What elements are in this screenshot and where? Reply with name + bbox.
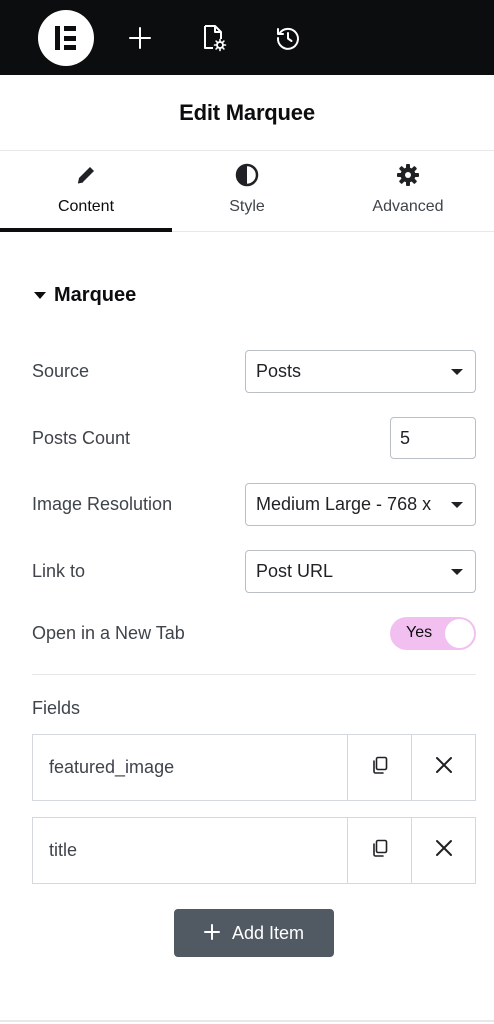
- section-toggle-marquee[interactable]: Marquee: [34, 284, 136, 307]
- chevron-down-icon: [451, 568, 463, 575]
- source-label: Source: [32, 361, 90, 381]
- duplicate-button[interactable]: [347, 735, 411, 800]
- tab-advanced[interactable]: Advanced: [322, 152, 494, 231]
- section-title: Marquee: [54, 284, 137, 306]
- page-settings-icon[interactable]: [197, 22, 229, 54]
- copy-icon: [370, 755, 390, 780]
- tab-advanced-label: Advanced: [372, 198, 444, 215]
- posts-count-label: Posts Count: [32, 428, 131, 448]
- remove-button[interactable]: [411, 818, 475, 883]
- plus-icon: [203, 921, 220, 945]
- panel-header: Edit Marquee: [0, 75, 494, 151]
- close-icon: [435, 756, 453, 779]
- top-toolbar: [0, 0, 494, 75]
- image-resolution-select[interactable]: Medium Large - 768 x: [245, 483, 476, 526]
- plus-icon[interactable]: [124, 22, 156, 54]
- image-resolution-label: Image Resolution: [32, 494, 173, 514]
- toggle-yes-label: Yes: [406, 624, 433, 641]
- tab-style[interactable]: Style: [172, 152, 322, 231]
- copy-icon: [370, 838, 390, 863]
- remove-button[interactable]: [411, 735, 475, 800]
- repeater-item-title[interactable]: title: [33, 818, 347, 883]
- new-tab-toggle[interactable]: Yes: [390, 617, 476, 650]
- pencil-icon: [73, 162, 99, 188]
- image-resolution-value: Medium Large - 768 x: [256, 494, 432, 514]
- posts-count-input[interactable]: 5: [390, 417, 476, 459]
- link-to-label: Link to: [32, 561, 86, 581]
- tab-bar: Content Style Advanced: [0, 152, 494, 232]
- chevron-down-icon: [451, 368, 463, 375]
- source-select[interactable]: Posts: [245, 350, 476, 393]
- add-item-button[interactable]: Add Item: [174, 909, 334, 957]
- tab-content[interactable]: Content: [0, 152, 172, 232]
- elementor-logo[interactable]: [38, 10, 94, 66]
- tab-style-label: Style: [229, 198, 265, 215]
- toggle-knob: [445, 619, 474, 648]
- half-circle-icon: [234, 162, 260, 188]
- gear-icon: [395, 162, 421, 188]
- source-value: Posts: [256, 361, 302, 381]
- history-icon[interactable]: [272, 22, 304, 54]
- tab-content-label: Content: [57, 198, 115, 215]
- link-to-value: Post URL: [256, 561, 334, 581]
- chevron-down-icon: [451, 501, 463, 508]
- posts-count-value: 5: [400, 427, 411, 448]
- link-to-select[interactable]: Post URL: [245, 550, 476, 593]
- caret-down-icon: [34, 292, 46, 299]
- duplicate-button[interactable]: [347, 818, 411, 883]
- repeater-item-title[interactable]: featured_image: [33, 735, 347, 800]
- divider: [32, 674, 476, 675]
- close-icon: [435, 839, 453, 862]
- divider: [0, 1020, 494, 1022]
- fields-label: Fields: [32, 698, 81, 718]
- new-tab-label: Open in a New Tab: [32, 623, 185, 643]
- add-item-label: Add Item: [231, 922, 305, 943]
- page-title: Edit Marquee: [179, 99, 315, 125]
- repeater-item: title: [32, 817, 476, 884]
- repeater-item: featured_image: [32, 734, 476, 801]
